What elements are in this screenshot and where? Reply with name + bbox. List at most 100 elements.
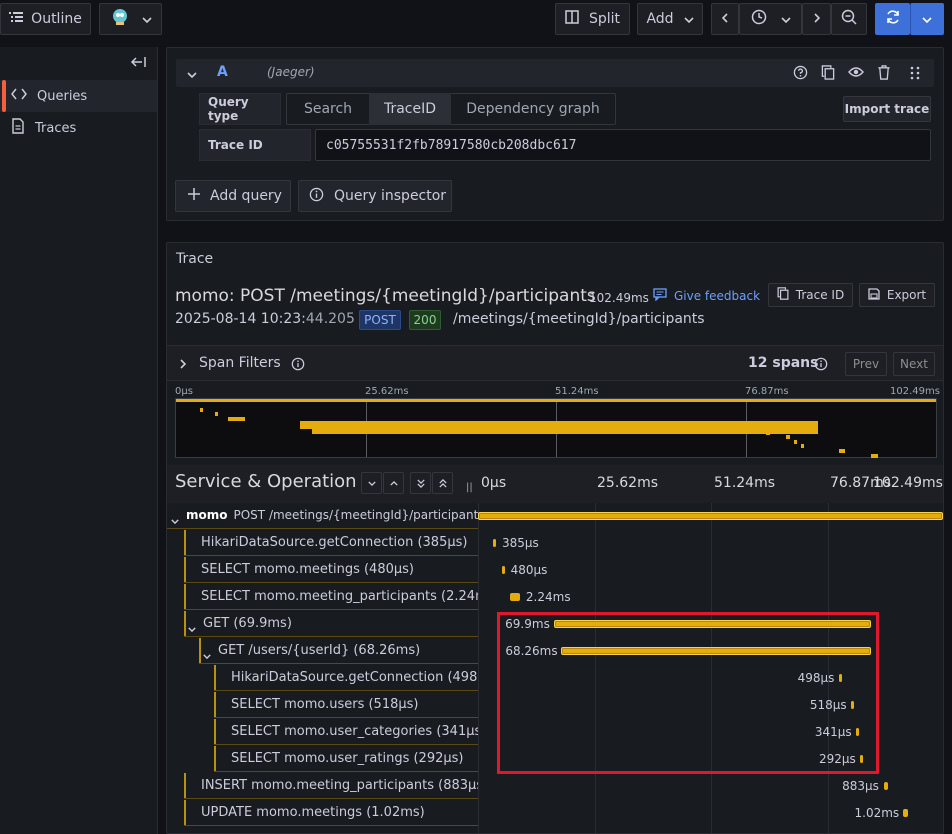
minimap-canvas[interactable] (175, 398, 937, 458)
span-name: HikariDataSource.getConnection (385μs) (201, 535, 467, 550)
column-resize-handle[interactable]: || (466, 482, 473, 493)
trace-id-button-label: Trace ID (795, 288, 845, 302)
collapse-all-button[interactable] (410, 472, 431, 494)
span-bar[interactable] (883, 782, 888, 790)
add-button[interactable]: Add (637, 3, 703, 35)
service-color-bar (214, 665, 216, 690)
service-color-bar (214, 692, 216, 717)
minimap-root-bar (176, 399, 936, 402)
span-row-name[interactable]: HikariDataSource.getConnection (498μs) (214, 665, 478, 691)
drag-handle-icon[interactable] (910, 66, 920, 84)
refresh-button[interactable] (875, 3, 910, 35)
info-circle-icon[interactable] (814, 357, 828, 375)
trace-minimap[interactable]: 0μs 25.62ms 51.24ms 76.87ms 102.49ms (175, 386, 940, 458)
copy-icon[interactable] (821, 65, 835, 84)
export-button[interactable]: Export (859, 283, 935, 307)
collapse-outline-button[interactable] (130, 55, 146, 73)
span-name: SELECT momo.user_ratings (292μs) (231, 751, 463, 766)
give-feedback-link[interactable]: Give feedback (653, 288, 760, 304)
span-table-header: Service & Operation || 0μs 25.62ms 51.24… (167, 465, 943, 503)
eye-icon[interactable] (848, 66, 864, 82)
jaeger-icon (110, 7, 130, 31)
split-label: Split (588, 11, 621, 27)
copy-trace-id-button[interactable]: Trace ID (768, 283, 853, 307)
timeline-tick: 25.62ms (597, 475, 659, 491)
http-status-tag: 200 (409, 310, 441, 330)
split-button[interactable]: Split (555, 3, 630, 35)
next-span-button[interactable]: Next (893, 352, 935, 376)
span-row-name[interactable]: GET /users/{userId} (68.26ms) (199, 638, 478, 664)
help-icon[interactable] (793, 65, 808, 84)
span-bar[interactable] (509, 593, 520, 601)
trace-id-input[interactable]: c05755531f2fb78917580cb208dbc617 (315, 129, 931, 161)
timeline-tick: 51.24ms (714, 475, 776, 491)
chevron-down-icon[interactable] (171, 513, 179, 528)
span-bar[interactable] (501, 566, 505, 574)
chevron-down-icon[interactable] (188, 621, 196, 636)
operation-name: SELECT momo.user_categories (341μs) (231, 724, 478, 739)
span-row-name[interactable]: GET (69.9ms) (184, 611, 478, 637)
collapse-one-button[interactable] (361, 472, 382, 494)
chevron-left-icon (721, 11, 728, 27)
query-ref-id[interactable]: A (217, 64, 228, 80)
query-type-dependency-graph[interactable]: Dependency graph (451, 93, 615, 125)
span-row-name[interactable]: momo POST /meetings/{meetingId}/participa… (167, 503, 478, 529)
time-back-button[interactable] (711, 3, 739, 35)
give-feedback-label: Give feedback (674, 289, 761, 303)
timeline-tick: 0μs (481, 475, 507, 491)
operation-name: SELECT momo.user_ratings (292μs) (231, 751, 464, 766)
expand-all-button[interactable] (432, 472, 453, 494)
outline-item-label: Traces (35, 120, 77, 136)
service-color-bar (184, 773, 186, 798)
query-type-traceid[interactable]: TraceID (369, 93, 451, 125)
import-trace-button[interactable]: Import trace (843, 96, 931, 122)
query-inspector-button[interactable]: Query inspector (298, 180, 452, 212)
operation-name: INSERT momo.meeting_participants (883μs) (201, 778, 478, 793)
span-row-name[interactable]: SELECT momo.user_ratings (292μs) (214, 746, 478, 772)
span-duration-label: 480μs (510, 563, 548, 577)
outline-item-traces[interactable]: Traces (0, 112, 157, 144)
query-type-search[interactable]: Search (287, 93, 369, 125)
prev-span-button[interactable]: Prev (845, 352, 887, 376)
zoom-out-button[interactable] (831, 3, 867, 35)
collapse-query-toggle[interactable] (187, 67, 197, 82)
span-row-name[interactable]: HikariDataSource.getConnection (385μs) (184, 530, 478, 556)
query-type-label: Query type (199, 93, 281, 125)
span-row-name[interactable]: SELECT momo.users (518μs) (214, 692, 478, 718)
span-row-name[interactable]: INSERT momo.meeting_participants (883μs) (184, 773, 478, 799)
outline-item-queries[interactable]: Queries (0, 80, 157, 112)
trace-timestamp-main: 2025-08-14 10:23: (175, 311, 306, 327)
datasource-picker[interactable] (99, 3, 162, 35)
add-query-button[interactable]: Add query (175, 180, 291, 212)
span-row-name[interactable]: SELECT momo.user_categories (341μs) (214, 719, 478, 745)
span-duration-label: 2.24ms (525, 590, 571, 604)
span-row-name[interactable]: SELECT momo.meetings (480μs) (184, 557, 478, 583)
trace-timestamp: 2025-08-14 10:23:44.205 (175, 311, 355, 327)
span-name: momo POST /meetings/{meetingId}/participa… (186, 508, 478, 523)
query-inspector-label: Query inspector (334, 188, 447, 204)
expand-span-filters-toggle[interactable] (180, 358, 187, 373)
minimap-span (214, 412, 219, 417)
query-type-radio-group: Search TraceID Dependency graph (286, 93, 616, 125)
info-circle-icon[interactable] (291, 357, 305, 375)
span-name: SELECT momo.users (518μs) (231, 697, 418, 712)
span-row-name[interactable]: SELECT momo.meeting_participants (2.24ms… (184, 584, 478, 610)
operation-name: UPDATE momo.meetings (1.02ms) (201, 805, 425, 820)
minimap-span (794, 439, 798, 444)
outline-button[interactable]: Outline (0, 3, 91, 35)
time-forward-button[interactable] (802, 3, 831, 35)
trash-icon[interactable] (877, 65, 891, 84)
refresh-interval-button[interactable] (910, 3, 944, 35)
expand-one-button[interactable] (383, 472, 404, 494)
span-bar[interactable] (478, 512, 943, 520)
minimap-span (786, 435, 791, 440)
span-bar[interactable] (903, 809, 908, 817)
span-bar[interactable] (492, 539, 496, 547)
time-picker-button[interactable] (739, 3, 802, 35)
plus-icon (188, 188, 200, 204)
span-filters-label[interactable]: Span Filters (199, 355, 281, 371)
chevron-down-icon[interactable] (203, 648, 211, 663)
trace-timestamp-seconds: 44.205 (305, 311, 355, 327)
service-color-bar (184, 530, 186, 555)
span-row-name[interactable]: UPDATE momo.meetings (1.02ms) (184, 800, 478, 826)
